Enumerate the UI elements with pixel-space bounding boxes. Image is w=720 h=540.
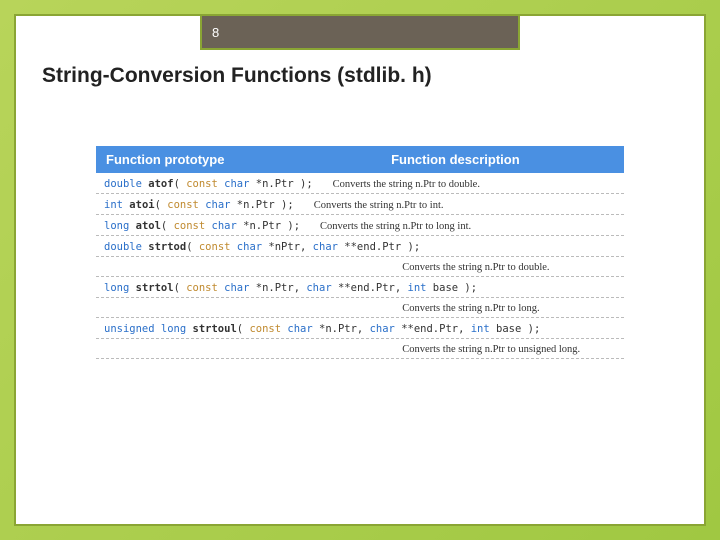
table-row: unsigned long strtoul( const char *n.Ptr… bbox=[96, 318, 624, 339]
description-text: Converts the string n.Ptr to int. bbox=[314, 200, 444, 211]
table-row: Converts the string n.Ptr to double. bbox=[96, 257, 624, 277]
table-row: long strtol( const char *n.Ptr, char **e… bbox=[96, 277, 624, 298]
description-text: Converts the string n.Ptr to long int. bbox=[320, 221, 471, 232]
header-prototype: Function prototype bbox=[96, 146, 381, 173]
function-table: Function prototype Function description … bbox=[96, 146, 624, 359]
table-header: Function prototype Function description bbox=[96, 146, 624, 173]
prototype-code: long strtol( const char *n.Ptr, char **e… bbox=[104, 282, 477, 294]
prototype-code: long atol( const char *n.Ptr ); bbox=[104, 220, 300, 232]
table-row: double atof( const char *n.Ptr ); Convert… bbox=[96, 173, 624, 194]
header-description: Function description bbox=[381, 146, 624, 173]
description-text: Converts the string n.Ptr to double. bbox=[333, 179, 480, 190]
table-row: double strtod( const char *nPtr, char **… bbox=[96, 236, 624, 257]
slide-title: String-Conversion Functions (stdlib. h) bbox=[42, 64, 432, 88]
table-row: int atoi( const char *n.Ptr ); Converts t… bbox=[96, 194, 624, 215]
table-row: Converts the string n.Ptr to long. bbox=[96, 298, 624, 318]
table-body: double atof( const char *n.Ptr );Convert… bbox=[96, 173, 624, 359]
page-number-box: 8 bbox=[200, 14, 520, 50]
table-row: Converts the string n.Ptr to unsigned lo… bbox=[96, 339, 624, 359]
slide-frame: 8 String-Conversion Functions (stdlib. h… bbox=[14, 14, 706, 526]
prototype-code: int atoi( const char *n.Ptr ); bbox=[104, 199, 294, 211]
prototype-code: double strtod( const char *nPtr, char **… bbox=[104, 241, 420, 253]
page-number: 8 bbox=[212, 25, 219, 40]
prototype-code: unsigned long strtoul( const char *n.Ptr… bbox=[104, 323, 540, 335]
table-row: long atol( const char *n.Ptr ); Converts … bbox=[96, 215, 624, 236]
prototype-code: double atof( const char *n.Ptr ); bbox=[104, 178, 313, 190]
